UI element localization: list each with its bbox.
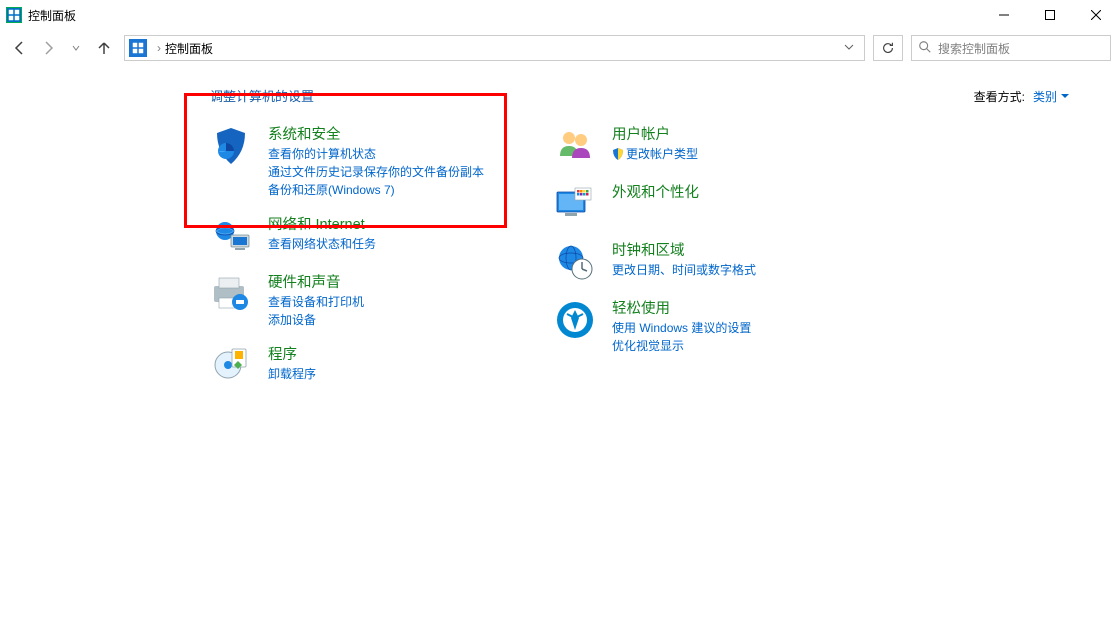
content-header: 调整计算机的设置 查看方式: 类别 [0, 86, 1119, 105]
category-network-internet: 网络和 Internet 查看网络状态和任务 [210, 215, 484, 257]
up-button[interactable] [92, 36, 116, 60]
category-system-security: 系统和安全 查看你的计算机状态 通过文件历史记录保存你的文件备份副本 备份和还原… [210, 125, 484, 199]
chevron-right-icon[interactable]: › [153, 41, 165, 55]
network-icon [210, 215, 252, 257]
category-link[interactable]: 查看设备和打印机 [268, 293, 364, 311]
forward-button[interactable] [36, 36, 60, 60]
view-by-label: 查看方式: [974, 88, 1025, 105]
printer-icon [210, 273, 252, 315]
address-bar[interactable]: › 控制面板 [124, 35, 865, 61]
category-link[interactable]: 优化视觉显示 [612, 337, 751, 355]
category-user-accounts: 用户帐户 更改帐户类型 [554, 125, 756, 167]
category-title[interactable]: 轻松使用 [612, 299, 751, 319]
category-link[interactable]: 查看网络状态和任务 [268, 235, 376, 253]
category-appearance-personalization: 外观和个性化 [554, 183, 756, 225]
shield-icon [210, 125, 252, 167]
category-ease-of-access: 轻松使用 使用 Windows 建议的设置 优化视觉显示 [554, 299, 756, 355]
window-title: 控制面板 [28, 7, 76, 24]
users-icon [554, 125, 596, 167]
category-grid: 系统和安全 查看你的计算机状态 通过文件历史记录保存你的文件备份副本 备份和还原… [0, 125, 1119, 387]
category-title[interactable]: 程序 [268, 345, 316, 365]
category-link[interactable]: 使用 Windows 建议的设置 [612, 319, 751, 337]
category-link[interactable]: 卸载程序 [268, 365, 316, 383]
category-link[interactable]: 更改日期、时间或数字格式 [612, 261, 756, 279]
refresh-button[interactable] [873, 35, 903, 61]
view-by-dropdown[interactable]: 类别 [1033, 88, 1069, 105]
recent-dropdown-icon[interactable] [64, 36, 88, 60]
adjust-settings-label: 调整计算机的设置 [210, 86, 314, 105]
shield-badge-icon [612, 148, 624, 160]
category-clock-region: 时钟和区域 更改日期、时间或数字格式 [554, 241, 756, 283]
category-link[interactable]: 添加设备 [268, 311, 364, 329]
category-link[interactable]: 更改帐户类型 [612, 145, 698, 163]
maximize-button[interactable] [1027, 0, 1073, 30]
back-button[interactable] [8, 36, 32, 60]
search-input[interactable]: 搜索控制面板 [911, 35, 1111, 61]
window-controls [981, 0, 1119, 30]
minimize-button[interactable] [981, 0, 1027, 30]
search-placeholder: 搜索控制面板 [938, 40, 1010, 57]
category-left-column: 系统和安全 查看你的计算机状态 通过文件历史记录保存你的文件备份副本 备份和还原… [210, 125, 484, 387]
close-button[interactable] [1073, 0, 1119, 30]
category-title[interactable]: 硬件和声音 [268, 273, 364, 293]
address-dropdown-icon[interactable] [838, 41, 860, 55]
content-area: 调整计算机的设置 查看方式: 类别 [0, 66, 1119, 387]
view-by-control: 查看方式: 类别 [974, 88, 1069, 105]
window-titlebar: 控制面板 [0, 0, 1119, 30]
category-title[interactable]: 系统和安全 [268, 125, 484, 145]
category-title[interactable]: 外观和个性化 [612, 183, 699, 203]
control-panel-icon [6, 7, 22, 23]
category-link[interactable]: 备份和还原(Windows 7) [268, 181, 484, 199]
control-panel-address-icon [129, 39, 147, 57]
category-link[interactable]: 通过文件历史记录保存你的文件备份副本 [268, 163, 484, 181]
category-title[interactable]: 网络和 Internet [268, 215, 376, 235]
category-title[interactable]: 用户帐户 [612, 125, 698, 145]
programs-icon [210, 345, 252, 387]
clock-icon [554, 241, 596, 283]
ease-icon [554, 299, 596, 341]
category-title[interactable]: 时钟和区域 [612, 241, 756, 261]
category-programs: 程序 卸载程序 [210, 345, 484, 387]
nav-toolbar: › 控制面板 搜索控制面板 [0, 30, 1119, 66]
search-icon [918, 40, 932, 57]
address-text: 控制面板 [165, 40, 213, 57]
chevron-down-icon [1061, 93, 1069, 101]
category-link[interactable]: 查看你的计算机状态 [268, 145, 484, 163]
category-right-column: 用户帐户 更改帐户类型 [554, 125, 756, 387]
appearance-icon [554, 183, 596, 225]
category-hardware-sound: 硬件和声音 查看设备和打印机 添加设备 [210, 273, 484, 329]
